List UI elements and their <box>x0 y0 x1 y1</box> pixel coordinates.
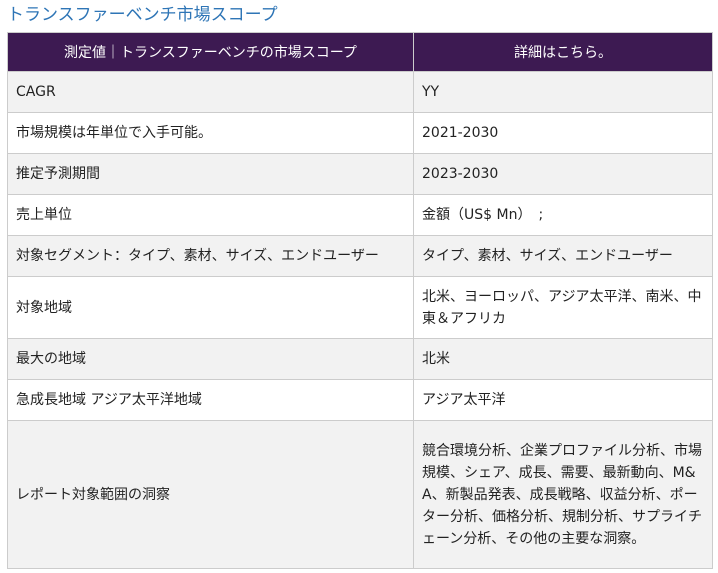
row-label: レポート対象範囲の洞察 <box>7 420 414 569</box>
row-label: CAGR <box>7 71 414 113</box>
table-header-row: 測定値｜トランスファーベンチの市場スコープ 詳細はこちら。 <box>7 32 713 72</box>
table-row: 対象地域 北米、ヨーロッパ、アジア太平洋、南米、中東＆アフリカ <box>7 276 713 339</box>
market-scope-table: 測定値｜トランスファーベンチの市場スコープ 詳細はこちら。 CAGR YY 市場… <box>7 32 713 569</box>
table-row: 市場規模は年単位で入手可能。 2021-2030 <box>7 112 713 154</box>
row-label: 売上単位 <box>7 194 414 236</box>
row-value: 競合環境分析、企業プロファイル分析、市場規模、シェア、成長、需要、最新動向、M&… <box>413 420 713 569</box>
column-header-details: 詳細はこちら。 <box>413 32 713 72</box>
row-label: 最大の地域 <box>7 338 414 380</box>
row-label: 市場規模は年単位で入手可能。 <box>7 112 414 154</box>
page: トランスファーベンチ市場スコープ 測定値｜トランスファーベンチの市場スコープ 詳… <box>0 0 718 573</box>
row-value: 北米 <box>413 338 713 380</box>
row-label: 推定予測期間 <box>7 153 414 195</box>
row-value: 2021-2030 <box>413 112 713 154</box>
row-value: タイプ、素材、サイズ、エンドユーザー <box>413 235 713 277</box>
table-row: 売上単位 金額（US$ Mn） ; <box>7 194 713 236</box>
row-value: 北米、ヨーロッパ、アジア太平洋、南米、中東＆アフリカ <box>413 276 713 339</box>
row-value: 金額（US$ Mn） ; <box>413 194 713 236</box>
table-row: レポート対象範囲の洞察 競合環境分析、企業プロファイル分析、市場規模、シェア、成… <box>7 420 713 569</box>
column-header-metric: 測定値｜トランスファーベンチの市場スコープ <box>7 32 414 72</box>
row-value: 2023-2030 <box>413 153 713 195</box>
table-row: 対象セグメント：タイプ、素材、サイズ、エンドユーザー タイプ、素材、サイズ、エン… <box>7 235 713 277</box>
row-label: 急成長地域 アジア太平洋地域 <box>7 379 414 421</box>
row-value: アジア太平洋 <box>413 379 713 421</box>
row-label: 対象セグメント：タイプ、素材、サイズ、エンドユーザー <box>7 235 414 277</box>
table-row: 推定予測期間 2023-2030 <box>7 153 713 195</box>
table-row: 最大の地域 北米 <box>7 338 713 380</box>
row-value: YY <box>413 71 713 113</box>
table-row: 急成長地域 アジア太平洋地域 アジア太平洋 <box>7 379 713 421</box>
table-row: CAGR YY <box>7 71 713 113</box>
page-title: トランスファーベンチ市場スコープ <box>7 5 278 25</box>
row-label: 対象地域 <box>7 276 414 339</box>
